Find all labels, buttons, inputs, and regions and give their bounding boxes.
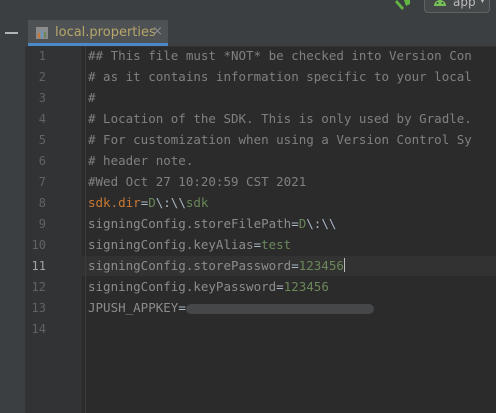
- property-separator: =: [253, 237, 262, 252]
- line-number: 12: [31, 280, 46, 294]
- property-key: signingConfig.storePassword: [88, 258, 292, 273]
- chevron-down-icon: ▼: [479, 0, 486, 5]
- property-key: signingConfig.keyPassword: [88, 279, 277, 294]
- property-separator: =: [291, 258, 299, 273]
- property-value: 123456: [283, 279, 329, 294]
- property-key: JPUSH_APPKEY: [88, 300, 179, 315]
- property-separator: =: [276, 279, 284, 294]
- code-line: #Wed Oct 27 10:20:59 CST 2021: [88, 174, 307, 189]
- line-number: 6: [38, 154, 46, 168]
- property-value: 123456: [298, 258, 344, 273]
- property-key: signingConfig.storeFilePath: [88, 216, 292, 231]
- line-number: 13: [31, 301, 46, 315]
- close-icon[interactable]: ×: [152, 24, 163, 39]
- code-line: signingConfig.storeFilePath=D\:\\: [88, 214, 496, 234]
- code-line: sdk.dir=D\:\\sdk: [88, 193, 496, 213]
- main-toolbar: app ▼: [0, 0, 496, 20]
- editor-left-margin: [85, 46, 86, 413]
- code-line: signingConfig.keyAlias=test: [88, 235, 496, 255]
- line-number: 9: [38, 217, 46, 231]
- code-line-current: signingConfig.storePassword=123456: [88, 256, 496, 276]
- properties-file-icon: [36, 27, 48, 39]
- code-line: # For customization when using a Version…: [88, 132, 472, 147]
- tab-label: local.properties: [55, 25, 156, 40]
- tool-window-strip: [0, 46, 25, 413]
- code-line: JPUSH_APPKEY=: [88, 298, 496, 318]
- line-number: 7: [38, 175, 46, 189]
- android-icon: [434, 0, 446, 6]
- run-configuration-selector[interactable]: app ▼: [424, 0, 490, 13]
- property-escape: \:\\: [155, 195, 186, 210]
- property-value: test: [261, 237, 292, 252]
- property-key: sdk.dir: [88, 195, 141, 210]
- build-hammer-icon[interactable]: [395, 0, 411, 12]
- code-line: # header note.: [88, 153, 194, 168]
- line-number: 1: [38, 49, 46, 63]
- line-number-active: 11: [31, 259, 46, 273]
- line-number: 8: [38, 196, 46, 210]
- minimize-icon[interactable]: [5, 32, 18, 34]
- property-value: sdk: [185, 195, 209, 210]
- line-number: 5: [38, 133, 46, 147]
- line-number: 14: [31, 322, 46, 336]
- property-separator: =: [178, 300, 186, 315]
- code-line: # as it contains information specific to…: [88, 69, 472, 84]
- redacted-value: [185, 303, 374, 314]
- line-number-gutter: 1 2 3 4 5 6 7 8 9 10 11 12 13 14: [25, 46, 82, 413]
- run-config-label: app: [453, 0, 476, 9]
- line-number: 2: [38, 70, 46, 84]
- line-number: 3: [38, 91, 46, 105]
- property-value: D: [148, 195, 156, 210]
- code-line: ## This file must *NOT* be checked into …: [88, 48, 472, 63]
- text-caret: [343, 258, 345, 272]
- line-number: 4: [38, 112, 46, 126]
- line-number: 10: [31, 238, 46, 252]
- property-separator: =: [291, 216, 299, 231]
- property-key: signingConfig.keyAlias: [88, 237, 254, 252]
- tab-local-properties[interactable]: local.properties ×: [28, 20, 168, 46]
- code-line: #: [88, 90, 96, 105]
- property-escape: \:\\: [306, 216, 337, 231]
- code-line: # Location of the SDK. This is only used…: [88, 111, 472, 126]
- code-line: signingConfig.keyPassword=123456: [88, 277, 496, 297]
